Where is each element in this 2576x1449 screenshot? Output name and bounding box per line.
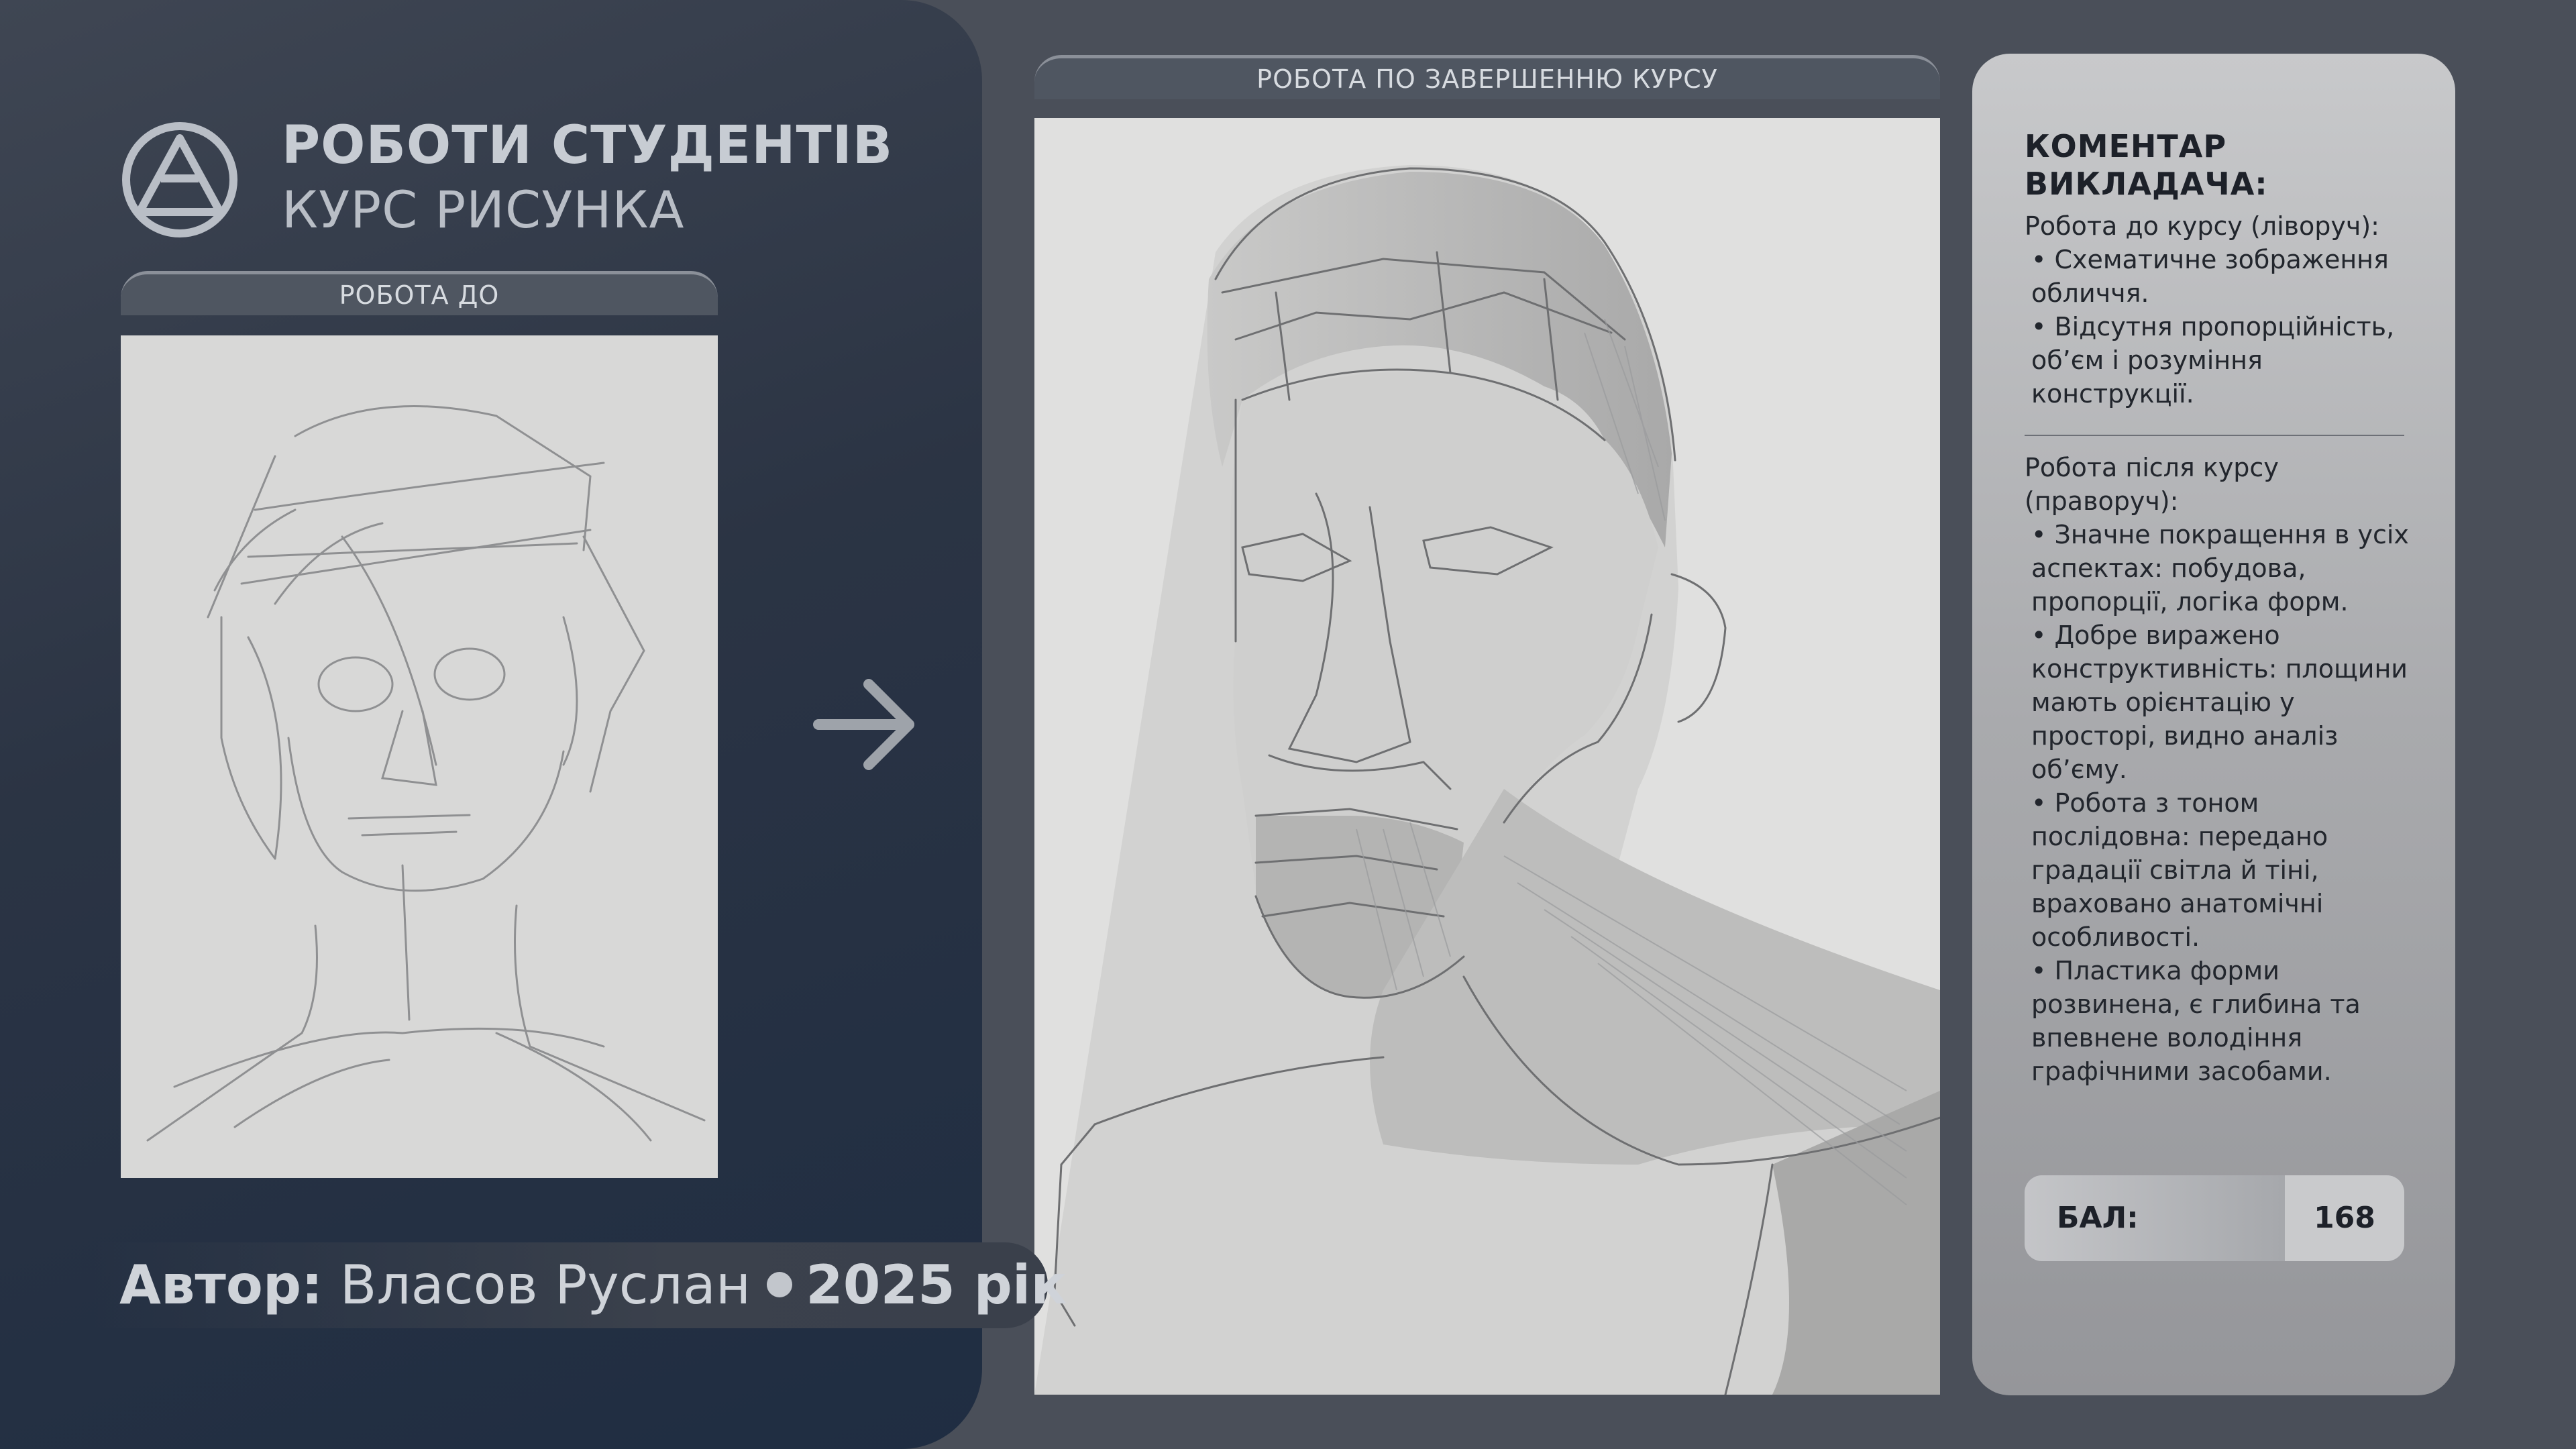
comment-item: • Пластика форми розвинена, є глибина та… [2031,956,2361,1086]
before-drawing-image [121,335,718,1178]
comment-divider [2025,435,2404,436]
author-line: Автор: Власов Руслан 2025 рік [119,1252,1067,1319]
comment-title: КОМЕНТАР ВИКЛАДАЧА: [2025,128,2268,202]
before-label: РОБОТА ДО [121,271,718,315]
comment-before-intro: Робота до курсу (ліворуч): [2025,211,2379,241]
score-box: БАЛ: 168 [2025,1175,2404,1261]
comment-item: • Робота з тоном послідовна: передано гр… [2031,788,2328,952]
separator-dot [767,1272,793,1298]
author-label: Автор: [119,1254,323,1316]
score-label: БАЛ: [2025,1175,2285,1261]
comment-item: • Добре виражено конструктивність: площи… [2031,621,2408,784]
comment-item: • Значне покращення в усіх аспектах: поб… [2031,520,2409,616]
score-value: 168 [2285,1175,2404,1261]
triangle-in-circle-logo [122,122,237,237]
author-year: 2025 рік [806,1254,1067,1316]
comment-after: Робота після курсу (праворуч): • Значне … [2025,451,2414,1088]
arrow-right-icon [813,679,914,770]
comment-item: • Схематичне зображення обличчя. [2031,245,2389,308]
comment-item: • Відсутня пропорційність, об’єм і розум… [2031,312,2395,409]
after-drawing-image [1034,118,1940,1395]
teacher-comment-panel: КОМЕНТАР ВИКЛАДАЧА: Робота до курсу (лів… [1972,54,2455,1395]
comment-before: Робота до курсу (ліворуч): • Схематичне … [2025,209,2414,411]
comment-after-intro: Робота після курсу (праворуч): [2025,453,2279,516]
author-name: Власов Руслан [339,1254,751,1316]
after-label: РОБОТА ПО ЗАВЕРШЕННЮ КУРСУ [1034,55,1940,99]
page-title: РОБОТИ СТУДЕНТІВ [282,115,894,176]
page-subtitle: КУРС РИСУНКА [282,180,685,239]
